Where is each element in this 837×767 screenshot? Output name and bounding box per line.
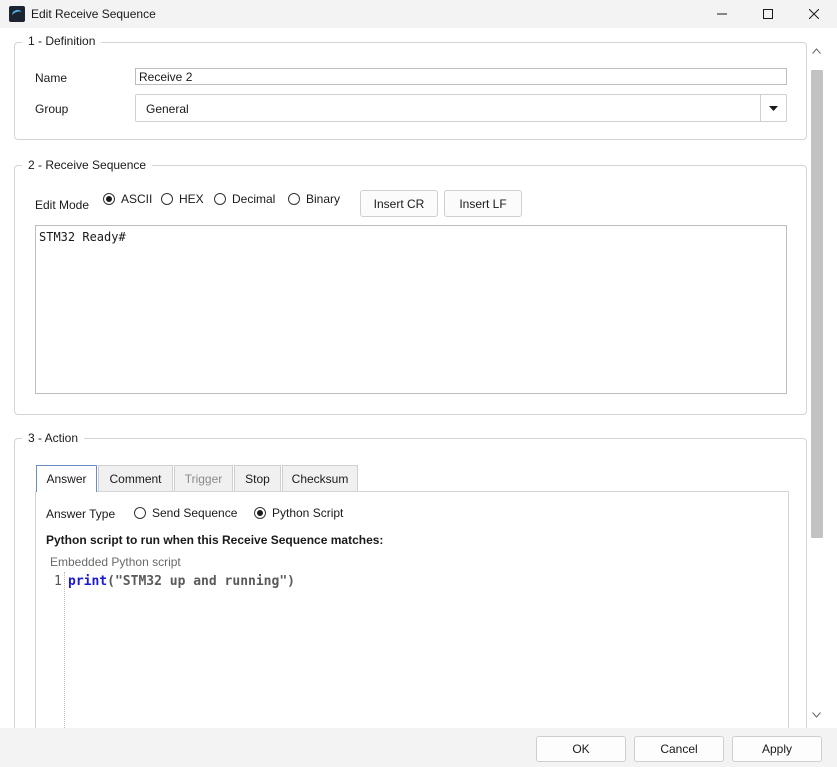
dialog-content: 1 - Definition Name Receive 2 Group Gene…: [0, 28, 837, 728]
scroll-up-icon[interactable]: [812, 48, 821, 54]
ok-button[interactable]: OK: [536, 736, 626, 762]
app-icon: [9, 6, 25, 22]
answer-type-python-script[interactable]: Python Script: [254, 506, 343, 520]
group-select[interactable]: General: [135, 94, 787, 122]
tab-comment[interactable]: Comment: [98, 465, 173, 491]
minimize-button[interactable]: [699, 0, 745, 28]
group-select-value: General: [146, 102, 189, 116]
radio-unchecked-icon: [134, 507, 146, 519]
mode-binary-label: Binary: [306, 192, 341, 206]
radio-unchecked-icon: [214, 193, 226, 205]
chevron-down-icon: [769, 105, 778, 111]
window-title: Edit Receive Sequence: [31, 7, 156, 21]
mode-radio-hex[interactable]: HEX: [161, 192, 204, 206]
maximize-button[interactable]: [745, 0, 791, 28]
answer-type-label: Answer Type: [46, 507, 116, 521]
mode-decimal-label: Decimal: [232, 192, 276, 206]
definition-group: [14, 42, 807, 140]
receive-section-label: 2 - Receive Sequence: [22, 158, 153, 172]
title-bar: Edit Receive Sequence: [0, 0, 837, 28]
radio-unchecked-icon: [288, 193, 300, 205]
scrollbar-thumb[interactable]: [811, 70, 823, 538]
mode-hex-label: HEX: [179, 192, 204, 206]
name-field[interactable]: Receive 2: [135, 68, 787, 85]
vertical-scrollbar[interactable]: [808, 42, 825, 722]
code-keyword: print: [68, 574, 108, 589]
mode-ascii-label: ASCII: [121, 192, 153, 206]
mode-radio-ascii[interactable]: ASCII: [103, 192, 152, 206]
dialog-footer: OK Cancel Apply: [0, 728, 837, 767]
cancel-button[interactable]: Cancel: [634, 736, 724, 762]
edit-mode-label: Edit Mode: [35, 198, 90, 212]
code-editor[interactable]: print("STM32 up and running"): [68, 574, 295, 589]
receive-sequence-editor[interactable]: STM32 Ready#: [35, 225, 787, 394]
maximize-icon: [763, 9, 773, 19]
code-gutter-line: [64, 572, 65, 728]
radio-checked-icon: [254, 507, 266, 519]
close-icon: [809, 9, 819, 19]
action-section-label: 3 - Action: [22, 431, 85, 445]
mode-radio-decimal[interactable]: Decimal: [214, 192, 275, 206]
group-label: Group: [35, 102, 69, 116]
insert-lf-button[interactable]: Insert LF: [444, 190, 522, 217]
embedded-script-label: Embedded Python script: [50, 555, 181, 569]
answer-type-send-sequence[interactable]: Send Sequence: [134, 506, 237, 520]
code-rest: ("STM32 up and running"): [107, 574, 295, 589]
insert-cr-button[interactable]: Insert CR: [360, 190, 438, 217]
minimize-icon: [717, 13, 727, 15]
mode-radio-binary[interactable]: Binary: [288, 192, 340, 206]
answer-tab-panel: [35, 491, 789, 728]
definition-section-label: 1 - Definition: [22, 34, 102, 48]
tab-checksum[interactable]: Checksum: [282, 465, 358, 491]
name-label: Name: [35, 71, 68, 85]
apply-button[interactable]: Apply: [732, 736, 822, 762]
code-line-number: 1: [54, 574, 62, 589]
group-dropdown-button[interactable]: [760, 95, 786, 121]
tab-stop[interactable]: Stop: [234, 465, 281, 491]
close-button[interactable]: [791, 0, 837, 28]
script-prompt-label: Python script to run when this Receive S…: [46, 533, 384, 547]
python-script-label: Python Script: [272, 506, 344, 520]
tab-answer[interactable]: Answer: [36, 465, 97, 492]
radio-unchecked-icon: [161, 193, 173, 205]
radio-checked-icon: [103, 193, 115, 205]
send-sequence-label: Send Sequence: [152, 506, 238, 520]
tab-trigger[interactable]: Trigger: [174, 465, 233, 491]
scroll-down-icon[interactable]: [812, 712, 821, 718]
